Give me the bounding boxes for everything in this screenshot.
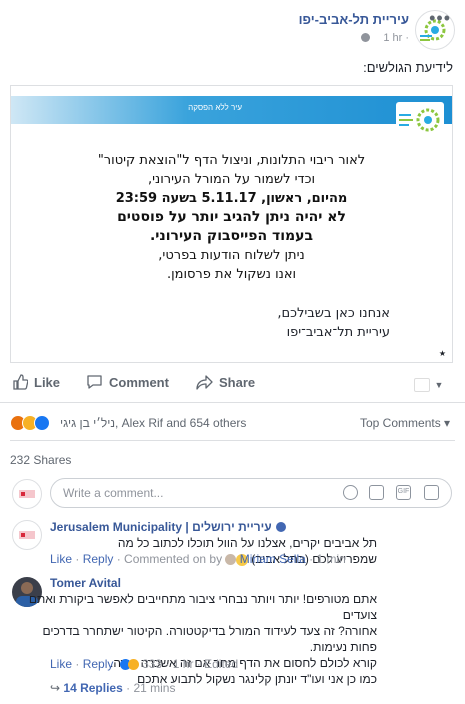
current-user-avatar xyxy=(12,479,42,509)
comment-author[interactable]: Tomer Avital xyxy=(50,576,121,590)
notice-logo-icon xyxy=(396,102,444,138)
comment-reply-link[interactable]: Reply xyxy=(83,552,114,566)
notice-image[interactable]: עיר ללא הפסקה לאור ריבוי התלונות, וניצול… xyxy=(10,85,453,363)
comment-placeholder: Write a comment... xyxy=(63,486,164,500)
comment-meta: Like · Reply · Commented on by Miriam Se… xyxy=(50,552,346,566)
more-options-icon[interactable]: ••• xyxy=(429,8,451,29)
gif-icon[interactable]: GIF xyxy=(396,485,411,500)
viewer-selector[interactable]: ▼ xyxy=(414,376,443,394)
chevron-down-icon: ▼ xyxy=(434,379,444,390)
reaction-icons[interactable] xyxy=(119,657,142,671)
thumbs-up-icon xyxy=(13,374,28,390)
notice-line: מהיום, ראשון, 5.11.17 בשעה 23:59 xyxy=(115,191,348,206)
comment-author-row: Jerusalem Municipality | עיריית ירושלים xyxy=(50,518,287,536)
like-button[interactable]: Like xyxy=(12,374,60,390)
shares-count[interactable]: 232 Shares xyxy=(10,453,71,467)
comment-time[interactable]: · 1 min xyxy=(309,552,346,566)
comment-line: אחורה? זה צעד לעידוד המורל בדיקטטורה. הק… xyxy=(42,624,377,654)
sticker-icon[interactable] xyxy=(424,485,439,500)
share-label: Share xyxy=(219,374,256,390)
reaction-summary[interactable]: ניל׳י בן גיגי, Alex Rif and 654 others xyxy=(60,416,246,430)
comment-time[interactable]: · 1 hr · Edited xyxy=(165,657,238,671)
jerusalem-logo-icon xyxy=(19,531,35,539)
page-name[interactable]: עיריית תל-אביב-יפו xyxy=(299,12,409,27)
share-arrow-icon xyxy=(196,375,213,390)
notice-line: לאור ריבוי התלונות, וניצול הדף ל"הוצאת ק… xyxy=(97,153,366,168)
star-icon: ★ xyxy=(438,349,446,358)
commenter-avatar-mini xyxy=(225,554,237,566)
commenter-avatar[interactable] xyxy=(12,520,42,550)
comment-reply-link[interactable]: Reply xyxy=(83,657,114,671)
notice-line: וכדי לשמור על המורל העירוני, xyxy=(147,172,316,187)
reaction-icons[interactable] xyxy=(10,415,50,436)
signature-line: עיריית תל־אביב־יפו xyxy=(286,325,390,340)
signature-line: אנחנו כאן בשבילכם, xyxy=(277,306,390,321)
emoji-icon[interactable] xyxy=(343,485,358,500)
comment-author[interactable]: Jerusalem Municipality | עיריית ירושלים xyxy=(50,520,272,534)
top-comments-dropdown[interactable]: Top Comments ▾ xyxy=(360,416,450,430)
post-timestamp[interactable]: 1 hr · xyxy=(383,32,409,44)
share-button[interactable]: Share xyxy=(196,374,255,390)
commented-on-by-text: · Commented on by xyxy=(116,552,223,566)
reaction-count[interactable]: 333 xyxy=(142,657,162,671)
banner-slogan: עיר ללא הפסקה xyxy=(188,103,242,112)
post-text: לידיעת הגולשים: xyxy=(363,60,453,75)
comment-meta: Like · Reply 333 · 1 hr · Edited xyxy=(50,657,239,671)
view-replies-link[interactable]: 14 Replies xyxy=(63,681,122,695)
divider xyxy=(10,440,455,441)
notice-banner: עיר ללא הפסקה xyxy=(11,96,452,138)
reply-arrow-icon: ↪ xyxy=(50,681,61,695)
comment-text: אתם מטורפים! יותר ויותר נבחרי ציבור מתחי… xyxy=(17,591,377,687)
comment-input[interactable]: Write a comment... GIF xyxy=(50,478,452,508)
verified-badge-icon xyxy=(276,521,287,532)
replies-row[interactable]: ↪ 14 Replies · 21 mins xyxy=(50,681,175,695)
notice-line: לא יהיה ניתן להגיב יותר על פוסטים xyxy=(117,209,346,225)
comment-icon xyxy=(87,375,102,389)
like-reaction-icon xyxy=(34,415,50,431)
comment-line: אתם מטורפים! יותר ויותר נבחרי ציבור מתחי… xyxy=(28,592,377,622)
notice-line: ואנו נשקול את פרסומן. xyxy=(166,267,297,282)
notice-text: לאור ריבוי התלונות, וניצול הדף ל"הוצאת ק… xyxy=(31,151,432,284)
comment-like-link[interactable]: Like xyxy=(50,552,72,566)
notice-signature: אנחנו כאן בשבילכם, עיריית תל־אביב־יפו xyxy=(277,304,390,342)
comment-like-link[interactable]: Like xyxy=(50,657,72,671)
notice-line: בעמוד הפייסבוק העירוני. xyxy=(149,228,314,244)
notice-line: ניתן לשלוח הודעות בפרטי, xyxy=(158,248,305,263)
commented-by-name[interactable]: Miriam Sella xyxy=(240,552,306,566)
globe-icon xyxy=(361,33,370,42)
camera-icon[interactable] xyxy=(369,485,384,500)
page-small-avatar-icon xyxy=(414,377,430,392)
replies-time: · 21 mins xyxy=(126,681,176,695)
comment-label: Comment xyxy=(109,374,169,390)
haha-reaction-icon xyxy=(127,659,139,671)
page-logo-icon xyxy=(19,490,35,498)
comment-button[interactable]: Comment xyxy=(86,374,169,390)
like-label: Like xyxy=(34,374,61,390)
divider xyxy=(0,402,465,403)
